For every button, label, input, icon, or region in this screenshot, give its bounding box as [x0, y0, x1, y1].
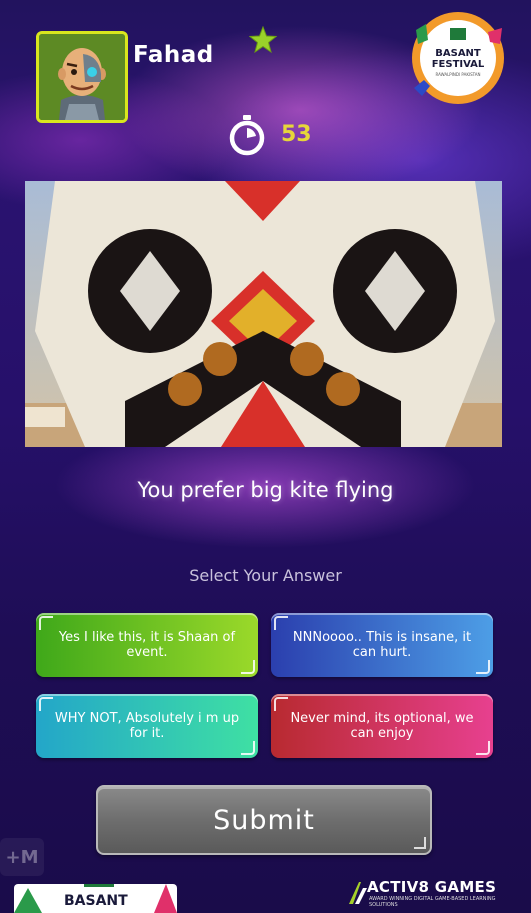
activ8-brand-name: ACTIV8 GAMES	[367, 878, 497, 896]
answer-option-2-label: NNNoooo.. This is insane, it can hurt.	[292, 630, 472, 660]
festival-logo-line2: FESTIVAL	[432, 59, 485, 70]
festival-logo-line3: RAWALPINDI PAKISTAN	[435, 72, 480, 77]
answer-option-1[interactable]: Yes I like this, it is Shaan of event.	[36, 613, 258, 677]
question-image	[25, 181, 502, 447]
answer-option-1-label: Yes I like this, it is Shaan of event.	[58, 630, 236, 660]
submit-button-label: Submit	[213, 804, 315, 836]
answer-option-4-label: Never mind, its optional, we can enjoy	[290, 711, 474, 741]
bottom-banner-text: BASANT	[64, 893, 128, 909]
avatar-character-icon	[39, 34, 125, 120]
player-avatar	[36, 31, 128, 123]
timer-value: 53	[281, 122, 312, 147]
star-icon	[249, 26, 277, 54]
select-answer-prompt: Select Your Answer	[189, 566, 342, 585]
stopwatch-icon	[229, 115, 265, 156]
answer-option-3-label: WHY NOT, Absolutely i m up for it.	[54, 711, 240, 741]
answer-option-3[interactable]: WHY NOT, Absolutely i m up for it.	[36, 694, 258, 758]
activ8-games-logo: ACTIV8 GAMES AWARD WINNING DIGITAL GAME-…	[347, 878, 517, 908]
kite-image	[25, 181, 502, 447]
zoom-control[interactable]: +M	[0, 838, 44, 876]
activ8-tagline: AWARD WINNING DIGITAL GAME-BASED LEARNIN…	[369, 896, 496, 908]
question-text: You prefer big kite flying	[137, 478, 394, 502]
answer-option-4[interactable]: Never mind, its optional, we can enjoy	[271, 694, 493, 758]
festival-logo: BASANT FESTIVAL RAWALPINDI PAKISTAN	[410, 10, 506, 106]
activ8-mark-icon	[349, 882, 367, 904]
festival-logo-line1: BASANT	[435, 48, 481, 59]
submit-button[interactable]: Submit	[96, 785, 432, 855]
zoom-control-label: +M	[5, 846, 39, 868]
bottom-festival-banner: BASANT	[14, 884, 177, 913]
game-screen: Fahad BASANT FESTIVAL RAWALPINDI PAKISTA…	[0, 0, 531, 913]
player-name: Fahad	[133, 42, 214, 68]
answer-option-2[interactable]: NNNoooo.. This is insane, it can hurt.	[271, 613, 493, 677]
